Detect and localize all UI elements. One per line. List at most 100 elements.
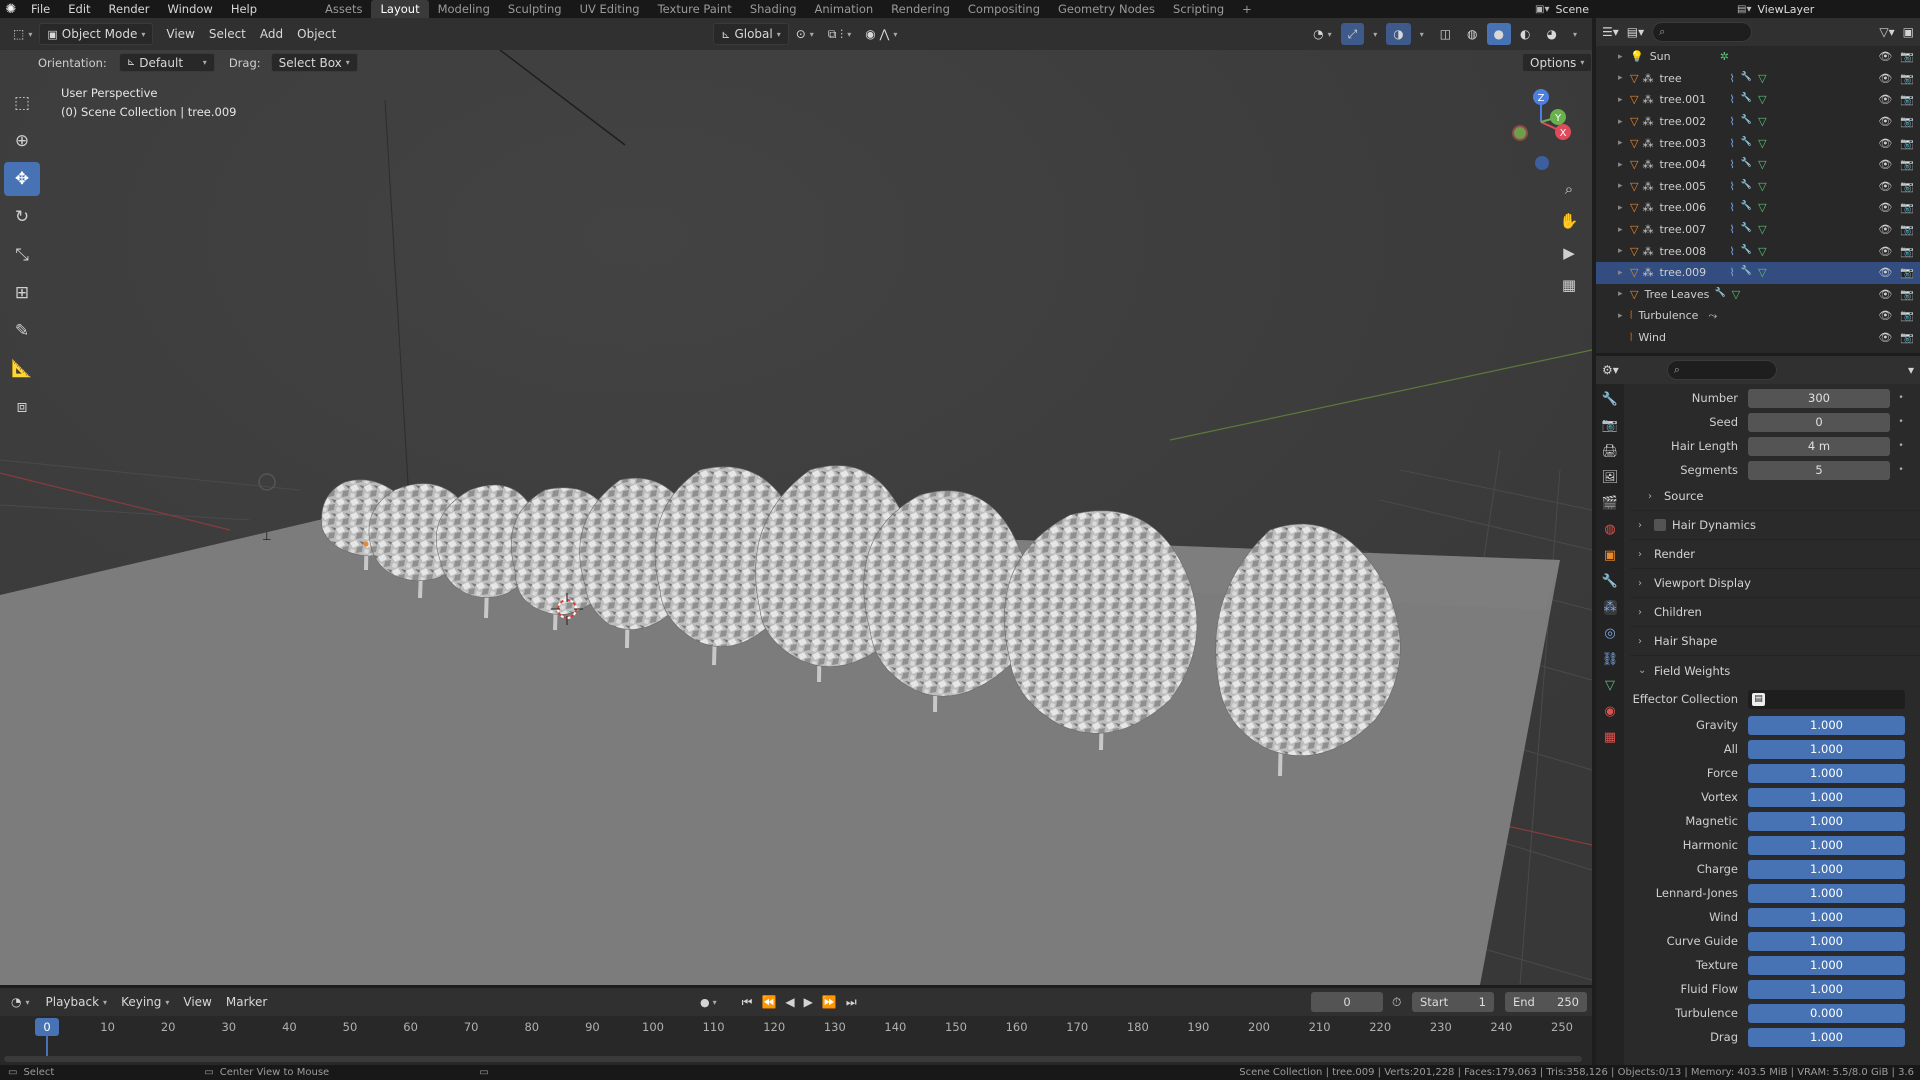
eye-icon[interactable]: 👁 xyxy=(1878,266,1892,279)
modifier-icon[interactable]: 🔧 xyxy=(1741,93,1752,106)
outliner-item-name[interactable]: tree.008 xyxy=(1659,245,1729,258)
mesh-data-icon[interactable]: ▽ xyxy=(1758,72,1766,85)
timeline-menu-marker[interactable]: Marker xyxy=(219,991,274,1013)
property-field[interactable]: 5 xyxy=(1748,460,1890,480)
constraint-icon[interactable]: ⤳ xyxy=(1708,309,1717,323)
drag-dropdown[interactable]: Select Box ▾ xyxy=(270,53,358,72)
outliner-row[interactable]: ▸ ▽ ⁂ tree.006 ⌇ 🔧 ▽ 👁 📷 xyxy=(1596,197,1920,219)
ortho-grid-icon[interactable]: ▦ xyxy=(1556,272,1582,298)
options-dropdown[interactable]: Options ▾ xyxy=(1522,53,1593,72)
keyframe-dot-icon[interactable]: • xyxy=(1896,465,1906,475)
camera-render-icon[interactable]: 📷 xyxy=(1900,223,1914,236)
field-weight-slider[interactable]: 1.000 xyxy=(1748,811,1905,831)
timeline-menu-view[interactable]: View xyxy=(176,991,218,1013)
eye-icon[interactable]: 👁 xyxy=(1878,331,1892,344)
field-weight-slider[interactable]: 1.000 xyxy=(1748,907,1905,927)
expand-arrow-icon[interactable]: ▸ xyxy=(1618,95,1630,105)
select-box-tool-icon[interactable]: ⬚ xyxy=(4,86,40,120)
panel-field-weights[interactable]: ⌄ Field Weights xyxy=(1630,656,1920,685)
data-tab-icon[interactable]: ▽ xyxy=(1605,678,1615,693)
modifier-icon[interactable]: 🔧 xyxy=(1741,137,1752,150)
keyframe-dot-icon[interactable]: • xyxy=(1896,417,1906,427)
property-field[interactable]: 300 xyxy=(1748,388,1890,408)
pan-hand-icon[interactable]: ✋ xyxy=(1556,208,1582,234)
filter-icon[interactable]: ▽▾ xyxy=(1879,25,1894,39)
modifier-icon[interactable]: 🔧 xyxy=(1714,288,1725,301)
particle-modifier-icon[interactable]: ⌇ xyxy=(1729,266,1734,279)
eye-icon[interactable]: 👁 xyxy=(1878,223,1892,236)
chevron-down-icon[interactable]: ▾ xyxy=(1908,363,1914,377)
outliner-row[interactable]: ▸ ▽ Tree Leaves 🔧 ▽ 👁 📷 xyxy=(1596,284,1920,306)
mesh-data-icon[interactable]: ▽ xyxy=(1758,201,1766,214)
panel-render[interactable]: › Render xyxy=(1630,540,1920,569)
camera-render-icon[interactable]: 📷 xyxy=(1900,288,1914,301)
record-icon[interactable]: ● xyxy=(700,996,710,1009)
play-reverse-icon[interactable]: ◀ xyxy=(785,995,794,1009)
blender-logo-icon[interactable]: ✺ xyxy=(0,0,22,18)
jump-end-icon[interactable]: ⏭ xyxy=(846,995,857,1010)
outliner-search-input[interactable]: ⌕ xyxy=(1652,22,1753,42)
transform-tool-icon[interactable]: ⊞ xyxy=(4,276,40,310)
field-weight-slider[interactable]: 1.000 xyxy=(1748,859,1905,879)
world-tab-icon[interactable]: ◍ xyxy=(1604,522,1615,537)
panel-hair-dynamics[interactable]: › Hair Dynamics xyxy=(1630,511,1920,540)
tab-compositing[interactable]: Compositing xyxy=(959,0,1049,18)
eye-icon[interactable]: 👁 xyxy=(1878,201,1892,214)
modifier-icon[interactable]: 🔧 xyxy=(1741,180,1752,193)
gizmo-neg-z-icon[interactable] xyxy=(1535,156,1549,170)
eye-icon[interactable]: 👁 xyxy=(1878,50,1892,63)
panel-children[interactable]: › Children xyxy=(1630,598,1920,627)
view-layer-tab-icon[interactable]: 🖼 xyxy=(1602,470,1619,485)
solid-shading-icon[interactable]: ● xyxy=(1486,23,1512,45)
render-tab-icon[interactable]: 📷 xyxy=(1602,418,1618,433)
jump-start-icon[interactable]: ⏮ xyxy=(742,995,753,1010)
viewlayer-selector[interactable]: ▤▾ ViewLayer xyxy=(1737,0,1814,18)
outliner-row[interactable]: ▸ ▽ ⁂ tree.004 ⌇ 🔧 ▽ 👁 📷 xyxy=(1596,154,1920,176)
outliner-row[interactable]: ▸ ▽ ⁂ tree.005 ⌇ 🔧 ▽ 👁 📷 xyxy=(1596,176,1920,198)
xray-toggle-icon[interactable]: ◫ xyxy=(1433,23,1458,45)
particle-modifier-icon[interactable]: ⌇ xyxy=(1729,201,1734,214)
camera-render-icon[interactable]: 📷 xyxy=(1900,309,1914,322)
display-mode-icon[interactable]: ▤▾ xyxy=(1627,25,1644,39)
menu-help[interactable]: Help xyxy=(222,2,266,16)
properties-search-input[interactable]: ⌕ xyxy=(1666,360,1777,380)
outliner-item-name[interactable]: tree.006 xyxy=(1659,201,1729,214)
field-weight-slider[interactable]: 1.000 xyxy=(1748,931,1905,951)
mesh-data-icon[interactable]: ▽ xyxy=(1758,180,1766,193)
scale-tool-icon[interactable]: ⤡ xyxy=(4,238,40,272)
mesh-data-icon[interactable]: ▽ xyxy=(1758,137,1766,150)
viewport-menu-view[interactable]: View xyxy=(159,23,201,45)
eye-icon[interactable]: 👁 xyxy=(1878,288,1892,301)
3d-viewport[interactable]: ⊥ User Perspective (0) Scene Collection … xyxy=(0,50,1592,985)
end-frame-field[interactable]: End 250 xyxy=(1505,992,1587,1012)
outliner-item-name[interactable]: tree.005 xyxy=(1659,180,1729,193)
proportional-edit-icon[interactable]: ◉ ⋀ ▾ xyxy=(858,23,904,45)
modifier-icon[interactable]: 🔧 xyxy=(1741,158,1752,171)
tab-texture-paint[interactable]: Texture Paint xyxy=(649,0,741,18)
zoom-icon[interactable]: ⌕ xyxy=(1556,176,1582,202)
mode-selector[interactable]: ▣ Object Mode ▾ xyxy=(39,23,154,45)
properties-editor-icon[interactable]: ⚙▾ xyxy=(1602,363,1619,377)
effector-collection-field[interactable]: ▤ xyxy=(1748,689,1905,709)
timeline-scrollbar[interactable] xyxy=(4,1056,1582,1062)
particle-modifier-icon[interactable]: ⌇ xyxy=(1729,158,1734,171)
overlay-dropdown-icon[interactable]: ▾ xyxy=(1413,23,1431,45)
outliner-editor-icon[interactable]: ☰▾ xyxy=(1602,25,1619,39)
measure-tool-icon[interactable]: 📐 xyxy=(4,352,40,386)
outliner-row[interactable]: ▸ ⦚ Turbulence ⤳ 👁 📷 xyxy=(1596,305,1920,327)
outliner-row[interactable]: ▸ ▽ ⁂ tree ⌇ 🔧 ▽ 👁 📷 xyxy=(1596,68,1920,90)
tab-animation[interactable]: Animation xyxy=(806,0,883,18)
tab-assets[interactable]: Assets xyxy=(316,0,371,18)
field-weight-slider[interactable]: 1.000 xyxy=(1748,835,1905,855)
eye-icon[interactable]: 👁 xyxy=(1878,93,1892,106)
particle-modifier-icon[interactable]: ⌇ xyxy=(1729,115,1734,128)
outliner-row[interactable]: ▸ ▽ ⁂ tree.003 ⌇ 🔧 ▽ 👁 📷 xyxy=(1596,132,1920,154)
camera-view-icon[interactable]: ▶ xyxy=(1556,240,1582,266)
outliner-row[interactable]: ▸ ▽ ⁂ tree.007 ⌇ 🔧 ▽ 👁 📷 xyxy=(1596,219,1920,241)
camera-render-icon[interactable]: 📷 xyxy=(1900,180,1914,193)
camera-render-icon[interactable]: 📷 xyxy=(1900,72,1914,85)
field-weight-slider[interactable]: 0.000 xyxy=(1748,1003,1905,1023)
outliner-item-name[interactable]: Wind xyxy=(1638,331,1708,344)
menu-render[interactable]: Render xyxy=(100,2,159,16)
modifier-icon[interactable]: 🔧 xyxy=(1741,245,1752,258)
